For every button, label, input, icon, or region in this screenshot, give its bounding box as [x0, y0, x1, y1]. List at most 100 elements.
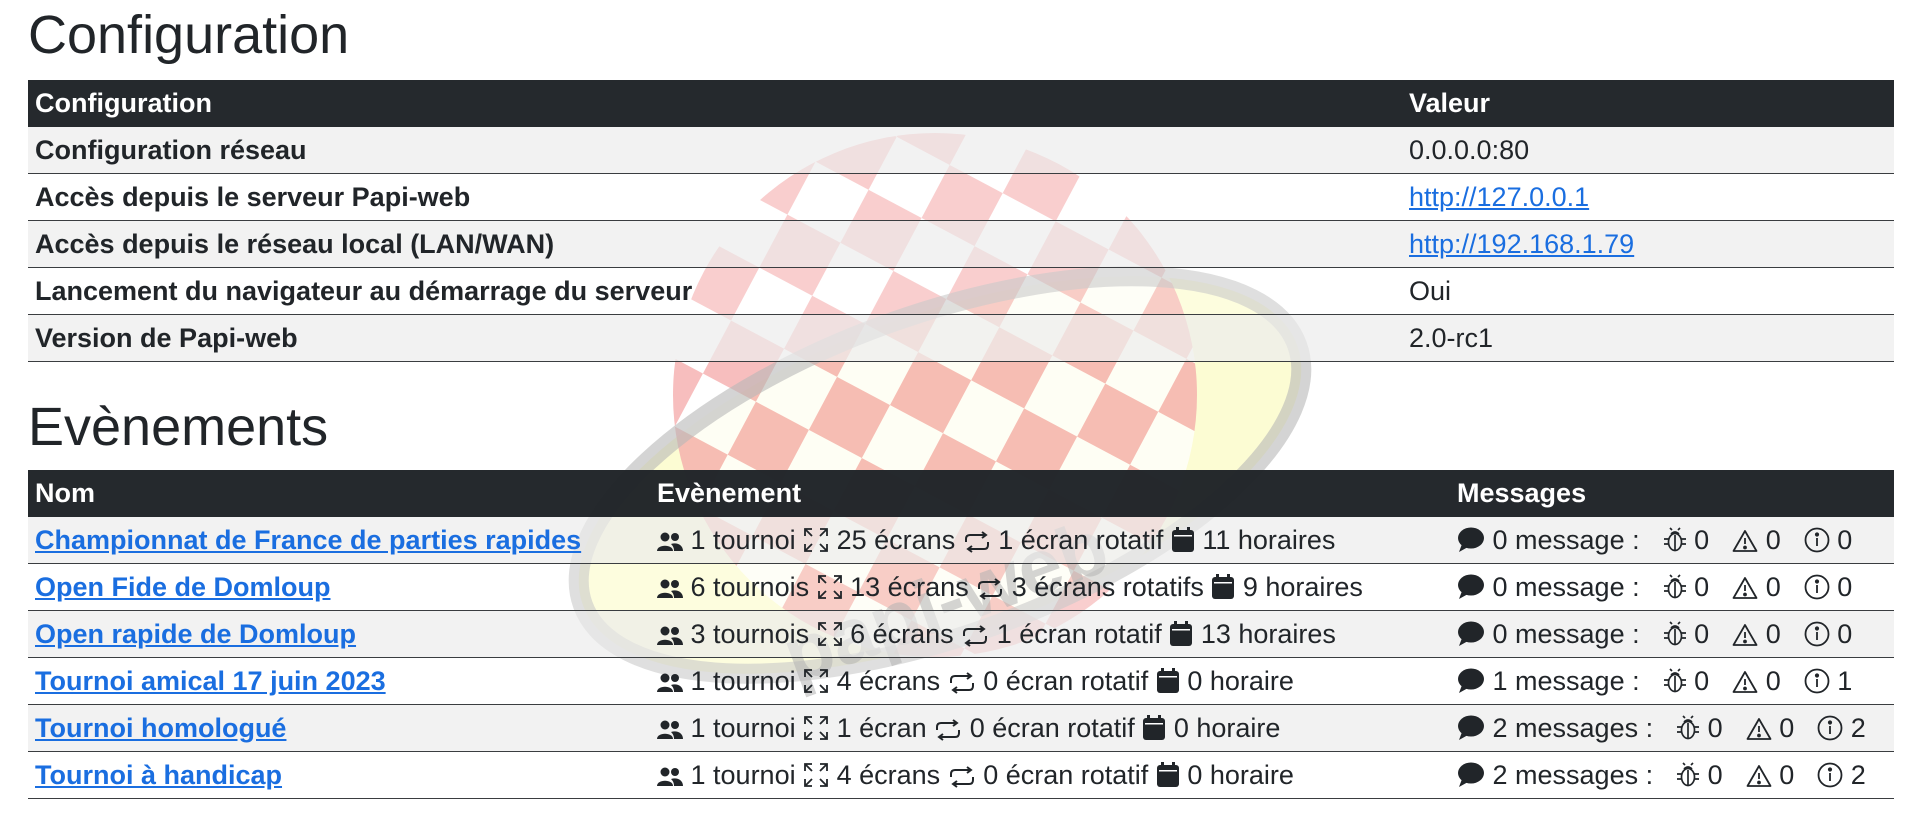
repeat-icon [976, 577, 1004, 600]
tournaments-count: 1 tournoi [690, 759, 796, 790]
event-name-link[interactable]: Open Fide de Domloup [35, 572, 331, 602]
calendar-icon [1156, 761, 1180, 788]
event-row: Tournoi homologué 1 tournoi 1 écran 0 éc… [28, 704, 1894, 752]
column-header-name: Nom [28, 470, 650, 517]
screens-count: 1 écran [836, 712, 927, 743]
errors-count: 0 [1694, 618, 1710, 649]
bug-icon [1663, 526, 1687, 553]
fullscreen-icon [803, 668, 829, 694]
event-name-link[interactable]: Tournoi amical 17 juin 2023 [35, 666, 386, 696]
fullscreen-icon [817, 621, 843, 647]
screens-count: 4 écrans [836, 665, 941, 696]
bug-icon [1663, 620, 1687, 647]
repeat-icon [963, 530, 991, 553]
event-row: Championnat de France de parties rapides… [28, 517, 1894, 564]
config-row-version: Version de Papi-web 2.0-rc1 [28, 314, 1894, 362]
rotators-count: 0 écran rotatif [983, 665, 1149, 696]
configuration-table-header: Configuration Valeur [28, 80, 1894, 127]
event-summary: 1 tournoi 1 écran 0 écran rotatif 0 hora… [650, 704, 1450, 752]
chat-bubble-icon [1457, 668, 1485, 694]
repeat-icon [948, 765, 976, 788]
tournaments-count: 6 tournois [690, 571, 810, 602]
screens-count: 4 écrans [836, 759, 941, 790]
infos-count: 0 [1837, 618, 1853, 649]
timers-count: 13 horaires [1200, 618, 1336, 649]
messages-count: 2 messages : [1492, 712, 1654, 743]
timers-count: 11 horaires [1202, 524, 1336, 555]
repeat-icon [961, 624, 989, 647]
event-row: Tournoi à handicap 1 tournoi 4 écrans 0 … [28, 751, 1894, 799]
config-key: Version de Papi-web [28, 314, 1402, 362]
server-url-link[interactable]: http://127.0.0.1 [1409, 182, 1589, 212]
chat-bubble-icon [1457, 621, 1485, 647]
config-key: Accès depuis le serveur Papi-web [28, 173, 1402, 221]
timers-count: 0 horaire [1187, 665, 1294, 696]
configuration-heading: Configuration [28, 5, 350, 65]
lan-url-link[interactable]: http://192.168.1.79 [1409, 229, 1634, 259]
info-icon [1804, 574, 1830, 600]
calendar-icon [1171, 526, 1195, 553]
event-summary: 3 tournois 6 écrans 1 écran rotatif 13 h… [650, 610, 1450, 658]
warning-icon [1732, 623, 1758, 647]
rotators-count: 3 écrans rotatifs [1011, 571, 1204, 602]
rotators-count: 1 écran rotatif [998, 524, 1164, 555]
tournaments-count: 3 tournois [690, 618, 810, 649]
bug-icon [1676, 714, 1700, 741]
rotators-count: 0 écran rotatif [983, 759, 1149, 790]
info-icon [1817, 715, 1843, 741]
warning-icon [1732, 670, 1758, 694]
people-icon [657, 719, 683, 741]
fullscreen-icon [803, 762, 829, 788]
column-header-value: Valeur [1402, 80, 1894, 127]
info-icon [1804, 527, 1830, 553]
messages-count: 0 message : [1492, 571, 1640, 602]
infos-count: 2 [1850, 759, 1866, 790]
column-header-configuration: Configuration [28, 80, 1402, 127]
repeat-icon [948, 671, 976, 694]
warning-icon [1732, 529, 1758, 553]
event-row: Open rapide de Domloup 3 tournois 6 écra… [28, 610, 1894, 658]
event-name-link[interactable]: Tournoi à handicap [35, 760, 282, 790]
warnings-count: 0 [1765, 618, 1781, 649]
info-icon [1804, 621, 1830, 647]
infos-count: 0 [1837, 571, 1853, 602]
people-icon [657, 578, 683, 600]
tournaments-count: 1 tournoi [690, 665, 796, 696]
configuration-table: Configuration Valeur Configuration résea… [28, 80, 1894, 362]
bug-icon [1663, 573, 1687, 600]
event-messages: 2 messages : 0 0 2 [1450, 751, 1894, 799]
tournaments-count: 1 tournoi [690, 524, 796, 555]
infos-count: 0 [1837, 524, 1853, 555]
warning-icon [1746, 717, 1772, 741]
messages-count: 2 messages : [1492, 759, 1654, 790]
calendar-icon [1211, 573, 1235, 600]
event-summary: 1 tournoi 4 écrans 0 écran rotatif 0 hor… [650, 751, 1450, 799]
rotators-count: 0 écran rotatif [969, 712, 1135, 743]
config-row-server-access: Accès depuis le serveur Papi-web http://… [28, 173, 1894, 221]
chat-bubble-icon [1457, 715, 1485, 741]
timers-count: 0 horaire [1187, 759, 1294, 790]
errors-count: 0 [1694, 665, 1710, 696]
screens-count: 6 écrans [850, 618, 954, 649]
event-messages: 2 messages : 0 0 2 [1450, 704, 1894, 752]
chat-bubble-icon [1457, 762, 1485, 788]
errors-count: 0 [1694, 524, 1710, 555]
event-messages: 0 message : 0 0 0 [1450, 610, 1894, 658]
timers-count: 9 horaires [1242, 571, 1363, 602]
config-value: 2.0-rc1 [1402, 314, 1894, 362]
event-name-link[interactable]: Championnat de France de parties rapides [35, 525, 581, 555]
events-table: Nom Evènement Messages Championnat de Fr… [28, 470, 1894, 799]
event-name-link[interactable]: Open rapide de Domloup [35, 619, 356, 649]
errors-count: 0 [1707, 712, 1723, 743]
chat-bubble-icon [1457, 527, 1485, 553]
event-summary: 1 tournoi 25 écrans 1 écran rotatif 11 h… [650, 517, 1450, 564]
config-row-browser-launch: Lancement du navigateur au démarrage du … [28, 267, 1894, 315]
repeat-icon [934, 718, 962, 741]
bug-icon [1676, 761, 1700, 788]
calendar-icon [1156, 667, 1180, 694]
screens-count: 25 écrans [836, 524, 956, 555]
event-name-link[interactable]: Tournoi homologué [35, 713, 286, 743]
infos-count: 2 [1850, 712, 1866, 743]
messages-count: 0 message : [1492, 524, 1640, 555]
config-row-lan-access: Accès depuis le réseau local (LAN/WAN) h… [28, 220, 1894, 268]
